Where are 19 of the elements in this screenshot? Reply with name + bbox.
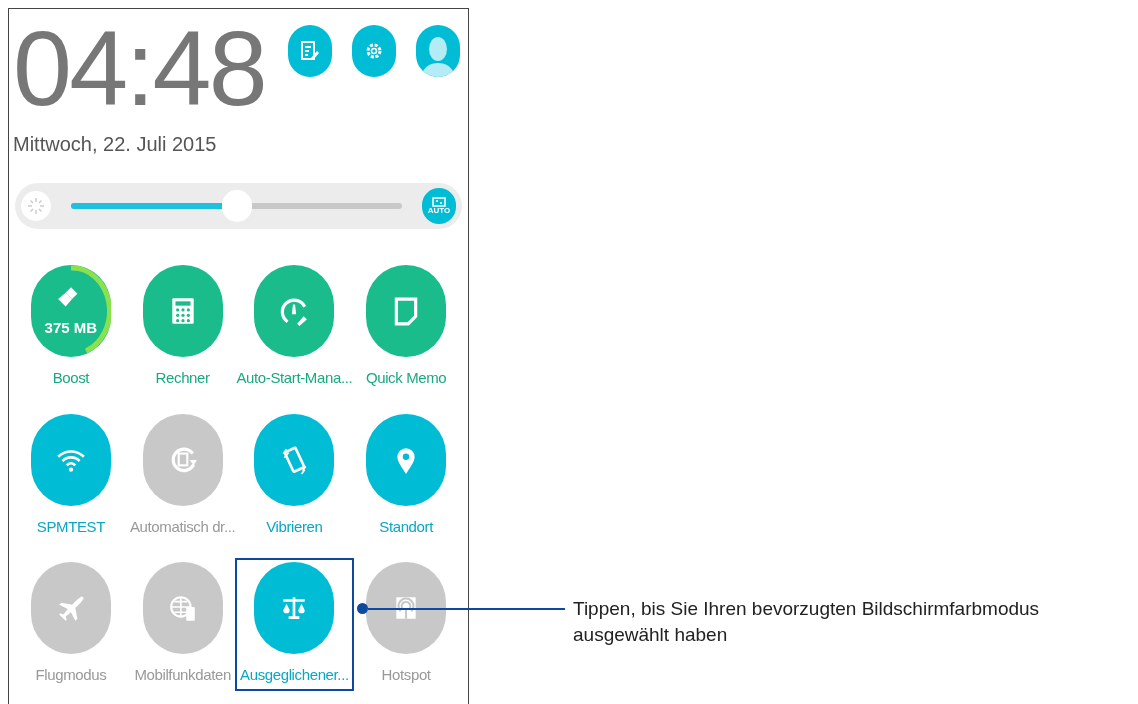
gauge-wrench-icon [279, 296, 310, 326]
notes-button[interactable] [288, 25, 332, 77]
quick-setting-tile[interactable]: Auto-Start-Mana... [231, 261, 358, 394]
clock-time: 04:48 [13, 15, 265, 121]
edit-note-icon [300, 40, 320, 62]
brightness-icon [21, 191, 51, 221]
slider-thumb[interactable] [221, 190, 252, 222]
brightness-slider[interactable] [71, 190, 402, 222]
screen-icon [432, 197, 446, 207]
memory-amount: 375 MB [44, 317, 98, 338]
quick-setting-tile[interactable]: Ausgeglichener... [235, 558, 354, 691]
profile-button[interactable] [416, 25, 460, 77]
auto-label: AUTO [427, 207, 451, 215]
globe-phone-icon [167, 593, 198, 623]
quick-setting-tile[interactable]: Automatisch dr... [124, 409, 241, 542]
settings-button[interactable] [352, 25, 396, 77]
callout-text: Tippen, bis Sie Ihren bevorzugten Bildschirmfarbmodus ausgewählt haben [573, 597, 1041, 647]
date-text: Mittwoch, 22. Juli 2015 [13, 132, 218, 157]
auto-brightness-button[interactable]: AUTO [422, 188, 456, 224]
